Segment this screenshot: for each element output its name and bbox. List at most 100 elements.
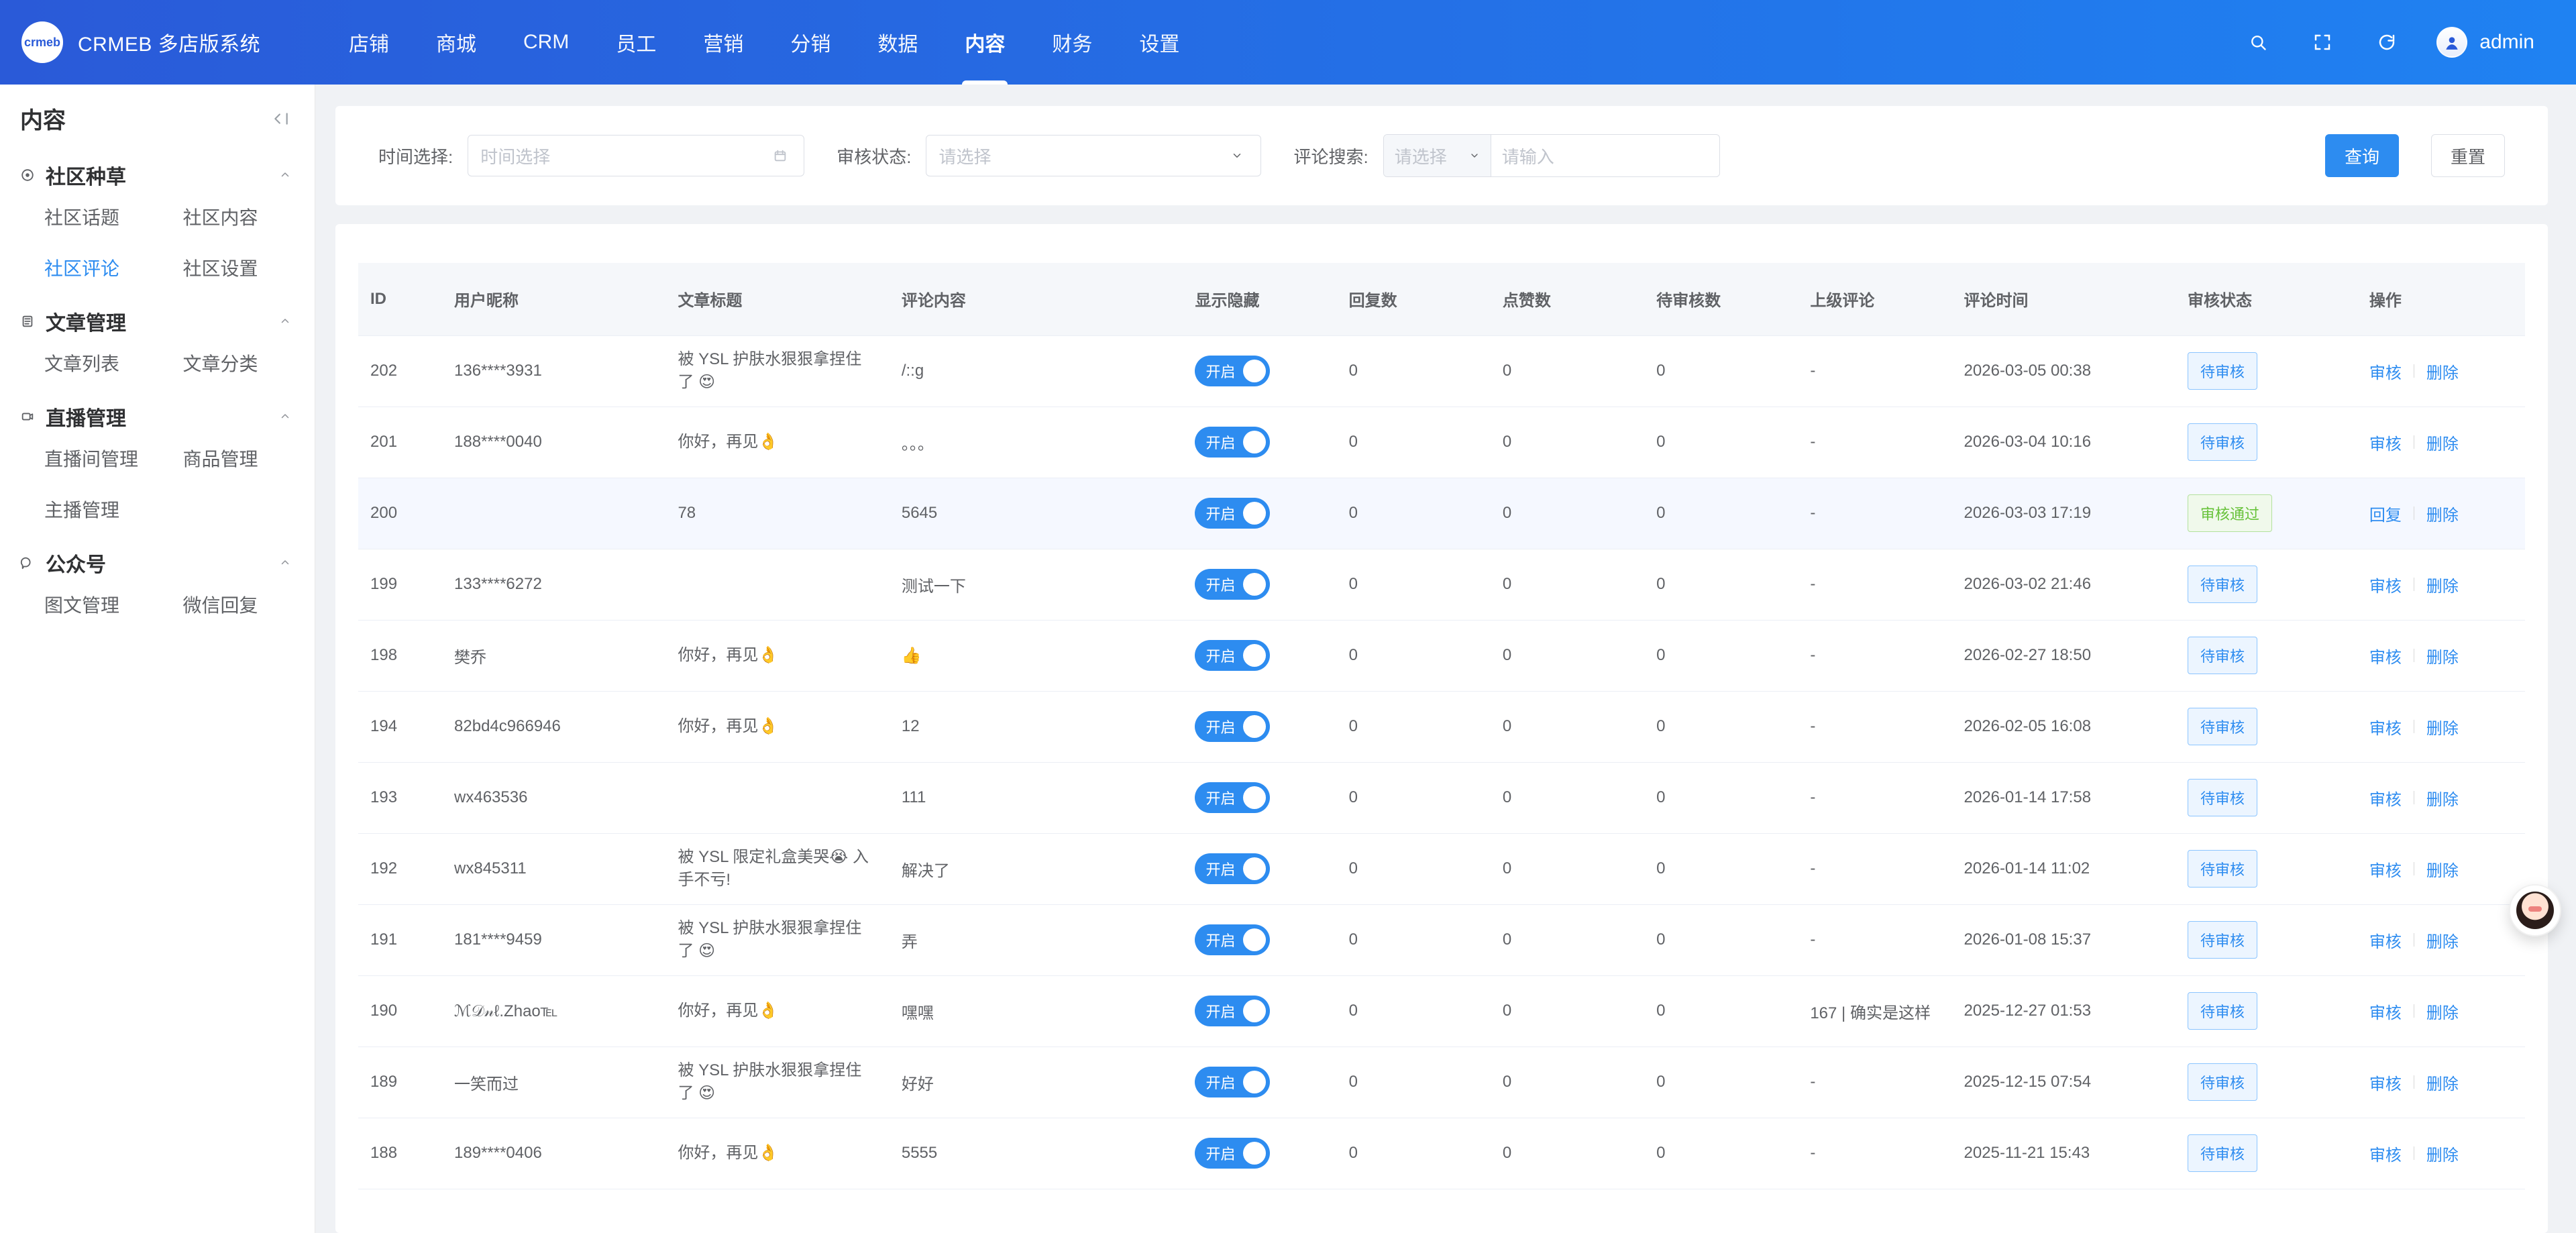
audit-link[interactable]: 审核 <box>2369 715 2402 739</box>
sidebar-item-graphic-management[interactable]: 图文管理 <box>44 591 156 618</box>
header-actions: 操作 <box>2357 263 2525 336</box>
sidebar-group-header-community[interactable]: 社区种草 <box>20 160 294 190</box>
top-nav-item-mall[interactable]: 商城 <box>436 0 476 85</box>
sidebar-item-live-rooms[interactable]: 直播间管理 <box>44 445 156 472</box>
visibility-toggle[interactable]: 开启 <box>1195 1067 1271 1097</box>
sidebar-item-article-list[interactable]: 文章列表 <box>44 350 156 376</box>
visibility-toggle[interactable]: 开启 <box>1195 711 1271 742</box>
status-select[interactable]: 请选择 <box>926 135 1262 176</box>
visibility-toggle-label: 开启 <box>1205 506 1236 523</box>
top-nav-item-content[interactable]: 内容 <box>962 0 1008 85</box>
audit-link[interactable]: 审核 <box>2369 1142 2402 1165</box>
top-nav-item-staff[interactable]: 员工 <box>616 0 656 85</box>
comment-search-input[interactable]: 请输入 <box>1491 135 1719 176</box>
audit-link[interactable]: 审核 <box>2369 1071 2402 1094</box>
visibility-toggle-label: 开启 <box>1205 1146 1236 1163</box>
sidebar-item-community-settings[interactable]: 社区设置 <box>183 254 295 281</box>
delete-link[interactable]: 删除 <box>2426 715 2459 739</box>
cell-replies: 0 <box>1336 904 1491 976</box>
sidebar-group-community: 社区种草 社区话题 社区内容 社区评论 社区设置 <box>20 160 294 288</box>
status-badge: 待审核 <box>2187 992 2257 1030</box>
status-badge: 待审核 <box>2187 566 2257 603</box>
chevron-up-icon <box>276 407 294 426</box>
sidebar-item-community-comments[interactable]: 社区评论 <box>44 254 156 281</box>
cell-nickname: wx463536 <box>442 762 666 834</box>
sidebar-item-wechat-reply[interactable]: 微信回复 <box>183 591 295 618</box>
fullscreen-icon[interactable] <box>2308 28 2337 57</box>
floating-assistant[interactable] <box>2509 884 2561 936</box>
top-nav-item-store[interactable]: 店铺 <box>349 0 389 85</box>
user-menu[interactable]: admin <box>2436 27 2534 58</box>
sidebar-group-header-official-account[interactable]: 公众号 <box>20 548 294 578</box>
audit-link[interactable]: 审核 <box>2369 786 2402 810</box>
visibility-toggle[interactable]: 开启 <box>1195 782 1271 813</box>
cell-pending: 0 <box>1644 1047 1799 1118</box>
delete-link[interactable]: 删除 <box>2426 431 2459 454</box>
delete-link[interactable]: 删除 <box>2426 928 2459 952</box>
delete-link[interactable]: 删除 <box>2426 573 2459 596</box>
visibility-toggle-label: 开启 <box>1205 1075 1236 1091</box>
cell-replies: 0 <box>1336 1047 1491 1118</box>
audit-link[interactable]: 审核 <box>2369 1000 2402 1023</box>
header-nickname: 用户昵称 <box>442 263 666 336</box>
header-article-title: 文章标题 <box>665 263 890 336</box>
sidebar-group-header-live[interactable]: 直播管理 <box>20 402 294 431</box>
top-nav-item-distribution[interactable]: 分销 <box>790 0 830 85</box>
top-nav-item-crm[interactable]: CRM <box>523 0 569 85</box>
search-icon[interactable] <box>2243 28 2273 57</box>
header-pending: 待审核数 <box>1644 263 1799 336</box>
top-nav-item-finance[interactable]: 财务 <box>1052 0 1092 85</box>
sidebar-group-header-articles[interactable]: 文章管理 <box>20 307 294 336</box>
audit-link[interactable]: 审核 <box>2369 644 2402 667</box>
collapse-sidebar-icon[interactable] <box>268 105 294 132</box>
audit-link[interactable]: 审核 <box>2369 431 2402 454</box>
delete-link[interactable]: 删除 <box>2426 644 2459 667</box>
cell-likes: 0 <box>1490 1047 1645 1118</box>
cell-parent-comment: - <box>1798 620 1952 692</box>
top-nav-item-marketing[interactable]: 营销 <box>703 0 743 85</box>
visibility-toggle[interactable]: 开启 <box>1195 498 1271 529</box>
reply-link[interactable]: 回复 <box>2369 502 2402 525</box>
delete-link[interactable]: 删除 <box>2426 1142 2459 1165</box>
delete-link[interactable]: 删除 <box>2426 1000 2459 1023</box>
sidebar-item-community-topics[interactable]: 社区话题 <box>44 203 156 230</box>
visibility-toggle[interactable]: 开启 <box>1195 356 1271 386</box>
cell-visibility: 开启 <box>1183 407 1337 478</box>
delete-link[interactable]: 删除 <box>2426 857 2459 881</box>
comment-search-select[interactable]: 请选择 <box>1383 135 1491 176</box>
sidebar-item-live-anchors[interactable]: 主播管理 <box>44 496 156 523</box>
sidebar-item-article-categories[interactable]: 文章分类 <box>183 350 295 376</box>
cell-parent-comment: - <box>1798 833 1952 905</box>
cell-comment-time: 2026-02-27 18:50 <box>1951 620 2176 692</box>
cell-id: 191 <box>358 904 443 976</box>
sidebar-item-live-products[interactable]: 商品管理 <box>183 445 295 472</box>
visibility-toggle[interactable]: 开启 <box>1195 853 1271 884</box>
audit-link[interactable]: 审核 <box>2369 928 2402 952</box>
refresh-icon[interactable] <box>2372 28 2402 57</box>
visibility-toggle[interactable]: 开启 <box>1195 569 1271 600</box>
time-picker[interactable]: 时间选择 <box>468 135 805 176</box>
delete-link[interactable]: 删除 <box>2426 360 2459 383</box>
visibility-toggle[interactable]: 开启 <box>1195 924 1271 955</box>
top-nav-label: 店铺 <box>349 34 389 56</box>
visibility-toggle[interactable]: 开启 <box>1195 996 1271 1026</box>
audit-link[interactable]: 审核 <box>2369 360 2402 383</box>
audit-link[interactable]: 审核 <box>2369 573 2402 596</box>
query-button[interactable]: 查询 <box>2324 134 2399 177</box>
sidebar-item-community-content[interactable]: 社区内容 <box>183 203 295 230</box>
audit-link[interactable]: 审核 <box>2369 857 2402 881</box>
cell-visibility: 开启 <box>1183 335 1337 407</box>
visibility-toggle-label: 开启 <box>1205 861 1236 878</box>
top-nav-item-settings[interactable]: 设置 <box>1139 0 1179 85</box>
delete-link[interactable]: 删除 <box>2426 1071 2459 1094</box>
cell-comment-content: 弄 <box>889 904 1183 976</box>
visibility-toggle[interactable]: 开启 <box>1195 1138 1271 1169</box>
reset-button[interactable]: 重置 <box>2430 134 2505 177</box>
delete-link[interactable]: 删除 <box>2426 502 2459 525</box>
visibility-toggle[interactable]: 开启 <box>1195 427 1271 458</box>
top-nav-item-data[interactable]: 数据 <box>877 0 918 85</box>
delete-link[interactable]: 删除 <box>2426 786 2459 810</box>
cell-id: 201 <box>358 407 443 478</box>
visibility-toggle[interactable]: 开启 <box>1195 640 1271 671</box>
cell-audit-status: 待审核 <box>2175 549 2357 621</box>
